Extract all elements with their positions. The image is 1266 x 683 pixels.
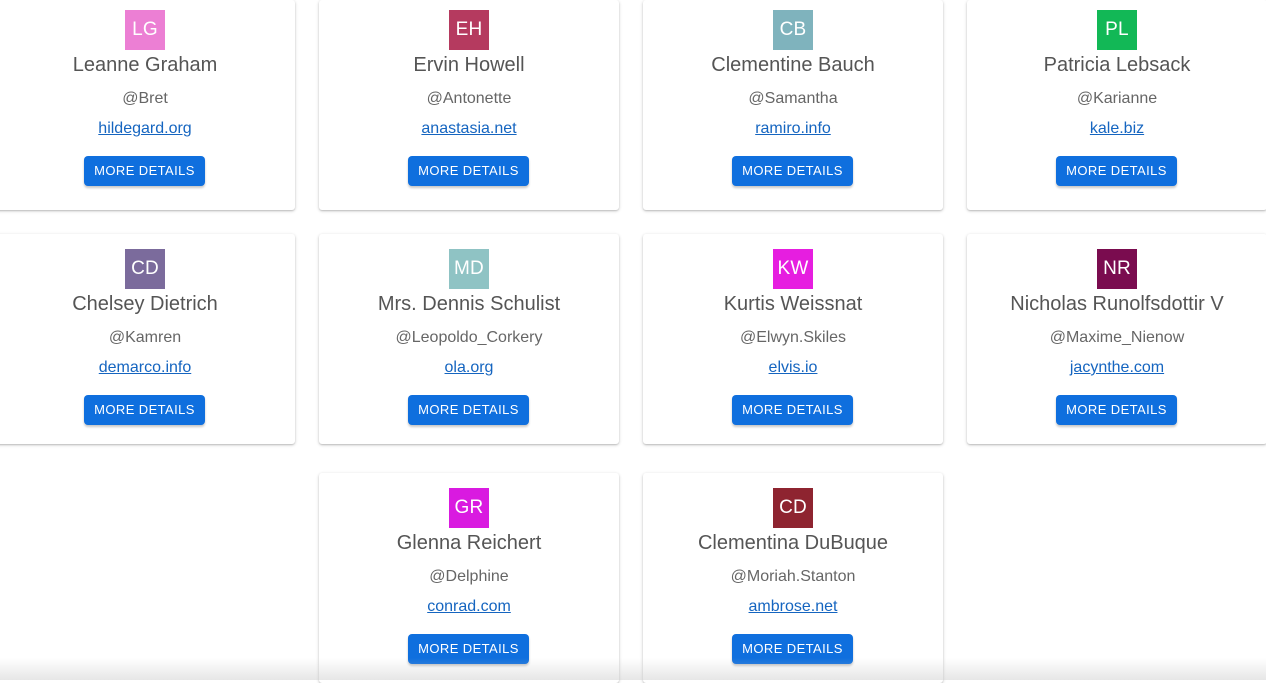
user-card-grid: LG Leanne Graham @Bret hildegard.org MOR…: [0, 0, 1266, 683]
user-website-link[interactable]: demarco.info: [0, 359, 295, 377]
user-card: CD Clementina DuBuque @Moriah.Stanton am…: [643, 473, 943, 683]
user-avatar: GR: [449, 488, 489, 528]
user-name: Clementina DuBuque: [697, 532, 889, 554]
user-avatar: KW: [773, 249, 813, 289]
user-username: @Karianne: [1076, 90, 1158, 107]
user-website-link[interactable]: hildegard.org: [0, 120, 295, 138]
user-card: GR Glenna Reichert @Delphine conrad.com …: [319, 473, 619, 683]
user-card: NR Nicholas Runolfsdottir V @Maxime_Nien…: [967, 234, 1266, 444]
user-name: Leanne Graham: [72, 54, 218, 76]
user-username: @Leopoldo_Corkery: [395, 329, 543, 346]
more-details-button[interactable]: MORE DETAILS: [732, 634, 853, 664]
more-details-button[interactable]: MORE DETAILS: [408, 395, 529, 425]
user-website-link[interactable]: jacynthe.com: [967, 359, 1266, 377]
user-avatar: CD: [773, 488, 813, 528]
user-username: @Samantha: [748, 90, 838, 107]
user-card: MD Mrs. Dennis Schulist @Leopoldo_Corker…: [319, 234, 619, 444]
user-username: @Moriah.Stanton: [730, 568, 856, 585]
user-username: @Delphine: [429, 568, 509, 585]
user-username: @Maxime_Nienow: [1049, 329, 1185, 346]
user-name: Patricia Lebsack: [1043, 54, 1191, 76]
user-name: Glenna Reichert: [396, 532, 542, 554]
more-details-button[interactable]: MORE DETAILS: [732, 395, 853, 425]
user-username: @Bret: [122, 90, 168, 107]
user-name: Nicholas Runolfsdottir V: [1010, 293, 1224, 315]
more-details-button[interactable]: MORE DETAILS: [84, 156, 205, 186]
user-username: @Kamren: [108, 329, 182, 346]
user-website-link[interactable]: ramiro.info: [643, 120, 943, 138]
more-details-button[interactable]: MORE DETAILS: [408, 156, 529, 186]
user-avatar: MD: [449, 249, 489, 289]
user-card: KW Kurtis Weissnat @Elwyn.Skiles elvis.i…: [643, 234, 943, 444]
user-avatar: LG: [125, 10, 165, 50]
more-details-button[interactable]: MORE DETAILS: [408, 634, 529, 664]
user-username: @Elwyn.Skiles: [739, 329, 847, 346]
user-avatar: PL: [1097, 10, 1137, 50]
user-name: Chelsey Dietrich: [72, 293, 218, 315]
user-avatar: CD: [125, 249, 165, 289]
user-username: @Antonette: [426, 90, 512, 107]
user-card: PL Patricia Lebsack @Karianne kale.biz M…: [967, 0, 1266, 210]
more-details-button[interactable]: MORE DETAILS: [84, 395, 205, 425]
user-card: LG Leanne Graham @Bret hildegard.org MOR…: [0, 0, 295, 210]
more-details-button[interactable]: MORE DETAILS: [732, 156, 853, 186]
user-website-link[interactable]: elvis.io: [643, 359, 943, 377]
more-details-button[interactable]: MORE DETAILS: [1056, 156, 1177, 186]
user-website-link[interactable]: anastasia.net: [319, 120, 619, 138]
user-name: Mrs. Dennis Schulist: [377, 293, 561, 315]
user-card: EH Ervin Howell @Antonette anastasia.net…: [319, 0, 619, 210]
more-details-button[interactable]: MORE DETAILS: [1056, 395, 1177, 425]
user-website-link[interactable]: ambrose.net: [643, 598, 943, 616]
user-avatar: NR: [1097, 249, 1137, 289]
user-website-link[interactable]: conrad.com: [319, 598, 619, 616]
user-card: CB Clementine Bauch @Samantha ramiro.inf…: [643, 0, 943, 210]
user-card: CD Chelsey Dietrich @Kamren demarco.info…: [0, 234, 295, 444]
user-name: Clementine Bauch: [711, 54, 875, 76]
user-name: Ervin Howell: [413, 54, 525, 76]
user-name: Kurtis Weissnat: [723, 293, 863, 315]
user-website-link[interactable]: ola.org: [319, 359, 619, 377]
user-avatar: EH: [449, 10, 489, 50]
user-avatar: CB: [773, 10, 813, 50]
user-website-link[interactable]: kale.biz: [967, 120, 1266, 138]
